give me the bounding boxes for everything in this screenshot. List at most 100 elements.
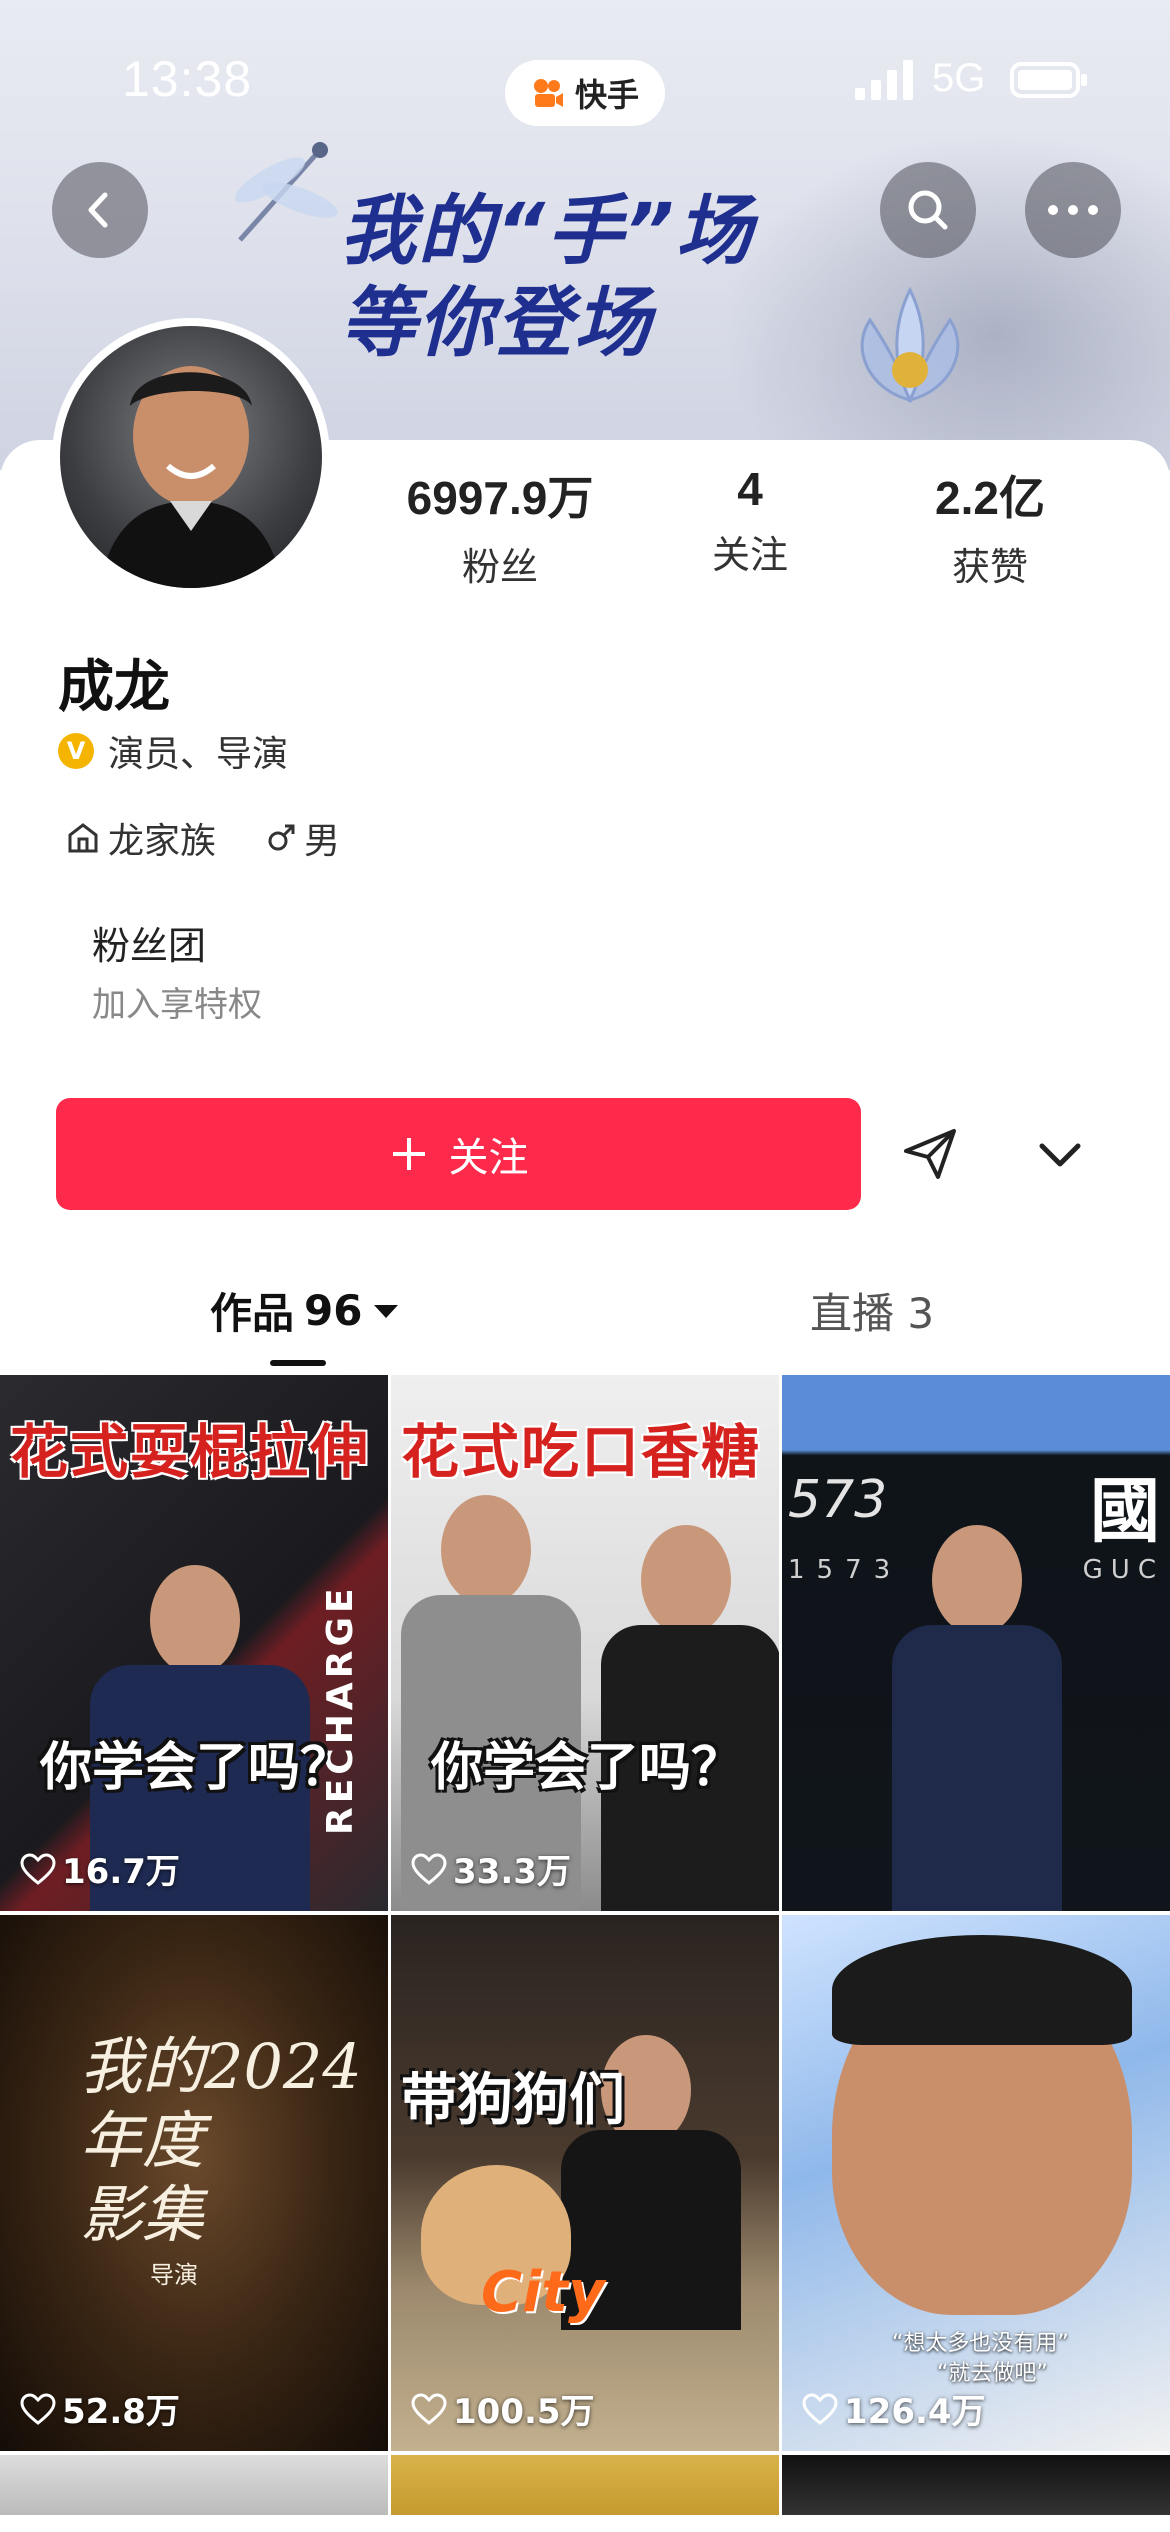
verification-row: V 演员、导演 [58, 725, 288, 777]
kuaishou-logo-icon [533, 79, 563, 107]
video-caption: 带狗狗们 [401, 2068, 625, 2133]
video-tile[interactable]: 带狗狗们 City 100.5万 [391, 1915, 779, 2451]
video-caption-mid: 你学会了吗？ [431, 1738, 744, 1798]
video-likes: 16.7万 [20, 1844, 180, 1893]
video-tile[interactable] [391, 2455, 779, 2515]
search-button[interactable] [880, 162, 976, 258]
video-overlay-number-small: 1573 [788, 1555, 903, 1585]
fan-club-title[interactable]: 粉丝团 [92, 915, 206, 970]
video-person-hair [832, 1935, 1132, 2045]
stat-value: 2.2亿 [935, 472, 1045, 524]
search-icon [908, 190, 948, 230]
video-overlay-brand: GUC [1082, 1555, 1164, 1585]
video-tile[interactable]: 我的2024 年度 影集 导演 52.8万 [0, 1915, 388, 2451]
tag-label: 男 [304, 821, 341, 862]
status-time: 13:38 [122, 51, 253, 107]
heart-icon [20, 2392, 56, 2425]
video-likes: 33.3万 [411, 1844, 571, 1893]
video-quote-line2: “就去做吧” [937, 2361, 1048, 2386]
video-likes: 100.5万 [411, 2384, 595, 2433]
active-tab-indicator [270, 1360, 326, 1366]
tab-live[interactable]: 直播 3 [810, 1280, 934, 1341]
video-tile[interactable]: 花式吃口香糖 你学会了吗？ 33.3万 [391, 1375, 779, 1911]
verification-text: 演员、导演 [108, 734, 289, 775]
video-overlay-char: 國 [1090, 1470, 1160, 1552]
lotus-icon [860, 286, 960, 404]
heart-icon [411, 2392, 447, 2425]
tab-works-label: 作品 [210, 1289, 295, 1338]
avatar-portrait-image [100, 366, 282, 588]
banner-slogan-line1: 我的“手”场 [340, 186, 754, 275]
app-badge-label: 快手 [574, 77, 639, 113]
send-message-icon[interactable] [900, 1123, 960, 1183]
heart-icon [802, 2392, 838, 2425]
follow-button-label: 关注 [448, 1135, 529, 1181]
video-tile[interactable]: RECHARGE 花式耍棍拉伸 你学会了吗？ 16.7万 [0, 1375, 388, 1911]
video-person-body [892, 1625, 1062, 1911]
video-overlay-subtitle: 导演 [150, 2261, 198, 2289]
stat-label: 粉丝 [461, 545, 538, 589]
profile-tags: 龙家族 男 [66, 812, 340, 864]
video-likes-count: 52.8万 [62, 2392, 180, 2432]
video-likes-count: 100.5万 [453, 2392, 595, 2432]
stat-likes[interactable]: 2.2亿 获赞 [870, 462, 1110, 591]
content-tabs: 作品 96 直播 3 [0, 1270, 1170, 1370]
stat-value: 6997.9万 [406, 472, 594, 524]
stat-value: 4 [737, 463, 763, 515]
heart-icon [20, 1852, 56, 1885]
stat-following[interactable]: 4 关注 [630, 462, 870, 579]
video-likes-count: 33.3万 [453, 1852, 571, 1892]
back-button[interactable] [52, 162, 148, 258]
video-person-head [150, 1565, 240, 1675]
video-person-head [441, 1495, 531, 1605]
chevron-down-icon[interactable] [1030, 1130, 1090, 1180]
follow-button[interactable]: 关注 [56, 1098, 861, 1210]
dragonfly-icon [234, 142, 338, 242]
status-bar: 13:38 快手 5G [0, 40, 1170, 126]
tab-works-count: 96 [304, 1286, 363, 1335]
banner-slogan: 我的“手”场 等你登场 [340, 185, 860, 369]
video-quote-line1: “想太多也没有用” [892, 2331, 1069, 2356]
avatar-photo [60, 326, 322, 588]
chevron-left-icon [88, 192, 108, 228]
stat-label: 关注 [711, 533, 788, 577]
video-overlay-number: 573 [788, 1470, 888, 1530]
video-tile[interactable] [782, 2455, 1170, 2515]
profile-stats: 6997.9万 粉丝 4 关注 2.2亿 获赞 [380, 462, 1160, 589]
tag-family[interactable]: 龙家族 [66, 812, 216, 864]
app-badge[interactable]: 快手 [505, 60, 665, 126]
video-likes-count: 126.4万 [844, 2392, 986, 2432]
stat-label: 获赞 [951, 545, 1028, 589]
tag-gender: 男 [266, 812, 340, 864]
heart-icon [411, 1852, 447, 1885]
video-overlay-city: City [481, 2260, 605, 2325]
video-caption-top: 花式耍棍拉伸 [10, 1418, 371, 1486]
male-icon [268, 824, 295, 851]
tab-works[interactable]: 作品 96 [210, 1280, 400, 1341]
stat-followers[interactable]: 6997.9万 粉丝 [380, 462, 620, 591]
caret-down-icon[interactable] [372, 1301, 400, 1321]
verified-badge-icon: V [58, 733, 94, 769]
video-likes: 52.8万 [20, 2384, 180, 2433]
network-type: 5G [932, 56, 986, 100]
fan-club-subtitle[interactable]: 加入享特权 [92, 977, 262, 1026]
tag-label: 龙家族 [108, 821, 217, 862]
plus-icon [392, 1138, 425, 1170]
signal-icon [855, 60, 913, 100]
profile-name: 成龙 [58, 655, 170, 720]
video-tile[interactable] [0, 2455, 388, 2515]
home-icon [68, 823, 98, 853]
video-tile[interactable]: 573 1573 國 GUC [782, 1375, 1170, 1911]
video-person-head [641, 1525, 731, 1635]
battery-icon [1010, 62, 1087, 98]
video-tile[interactable]: “想太多也没有用” “就去做吧” 126.4万 [782, 1915, 1170, 2451]
avatar[interactable] [52, 318, 330, 596]
video-handwriting-title: 我的2024 年度 影集 [80, 2030, 362, 2251]
video-likes: 126.4万 [802, 2384, 986, 2433]
more-button[interactable] [1025, 162, 1121, 258]
video-caption-mid: 你学会了吗？ [40, 1738, 353, 1798]
video-likes-count: 16.7万 [62, 1852, 180, 1892]
video-person-head [932, 1525, 1022, 1635]
banner-slogan-line2: 等你登场 [340, 278, 652, 367]
video-grid: RECHARGE 花式耍棍拉伸 你学会了吗？ 16.7万 花式吃口香糖 你学会了… [0, 1375, 1170, 2515]
